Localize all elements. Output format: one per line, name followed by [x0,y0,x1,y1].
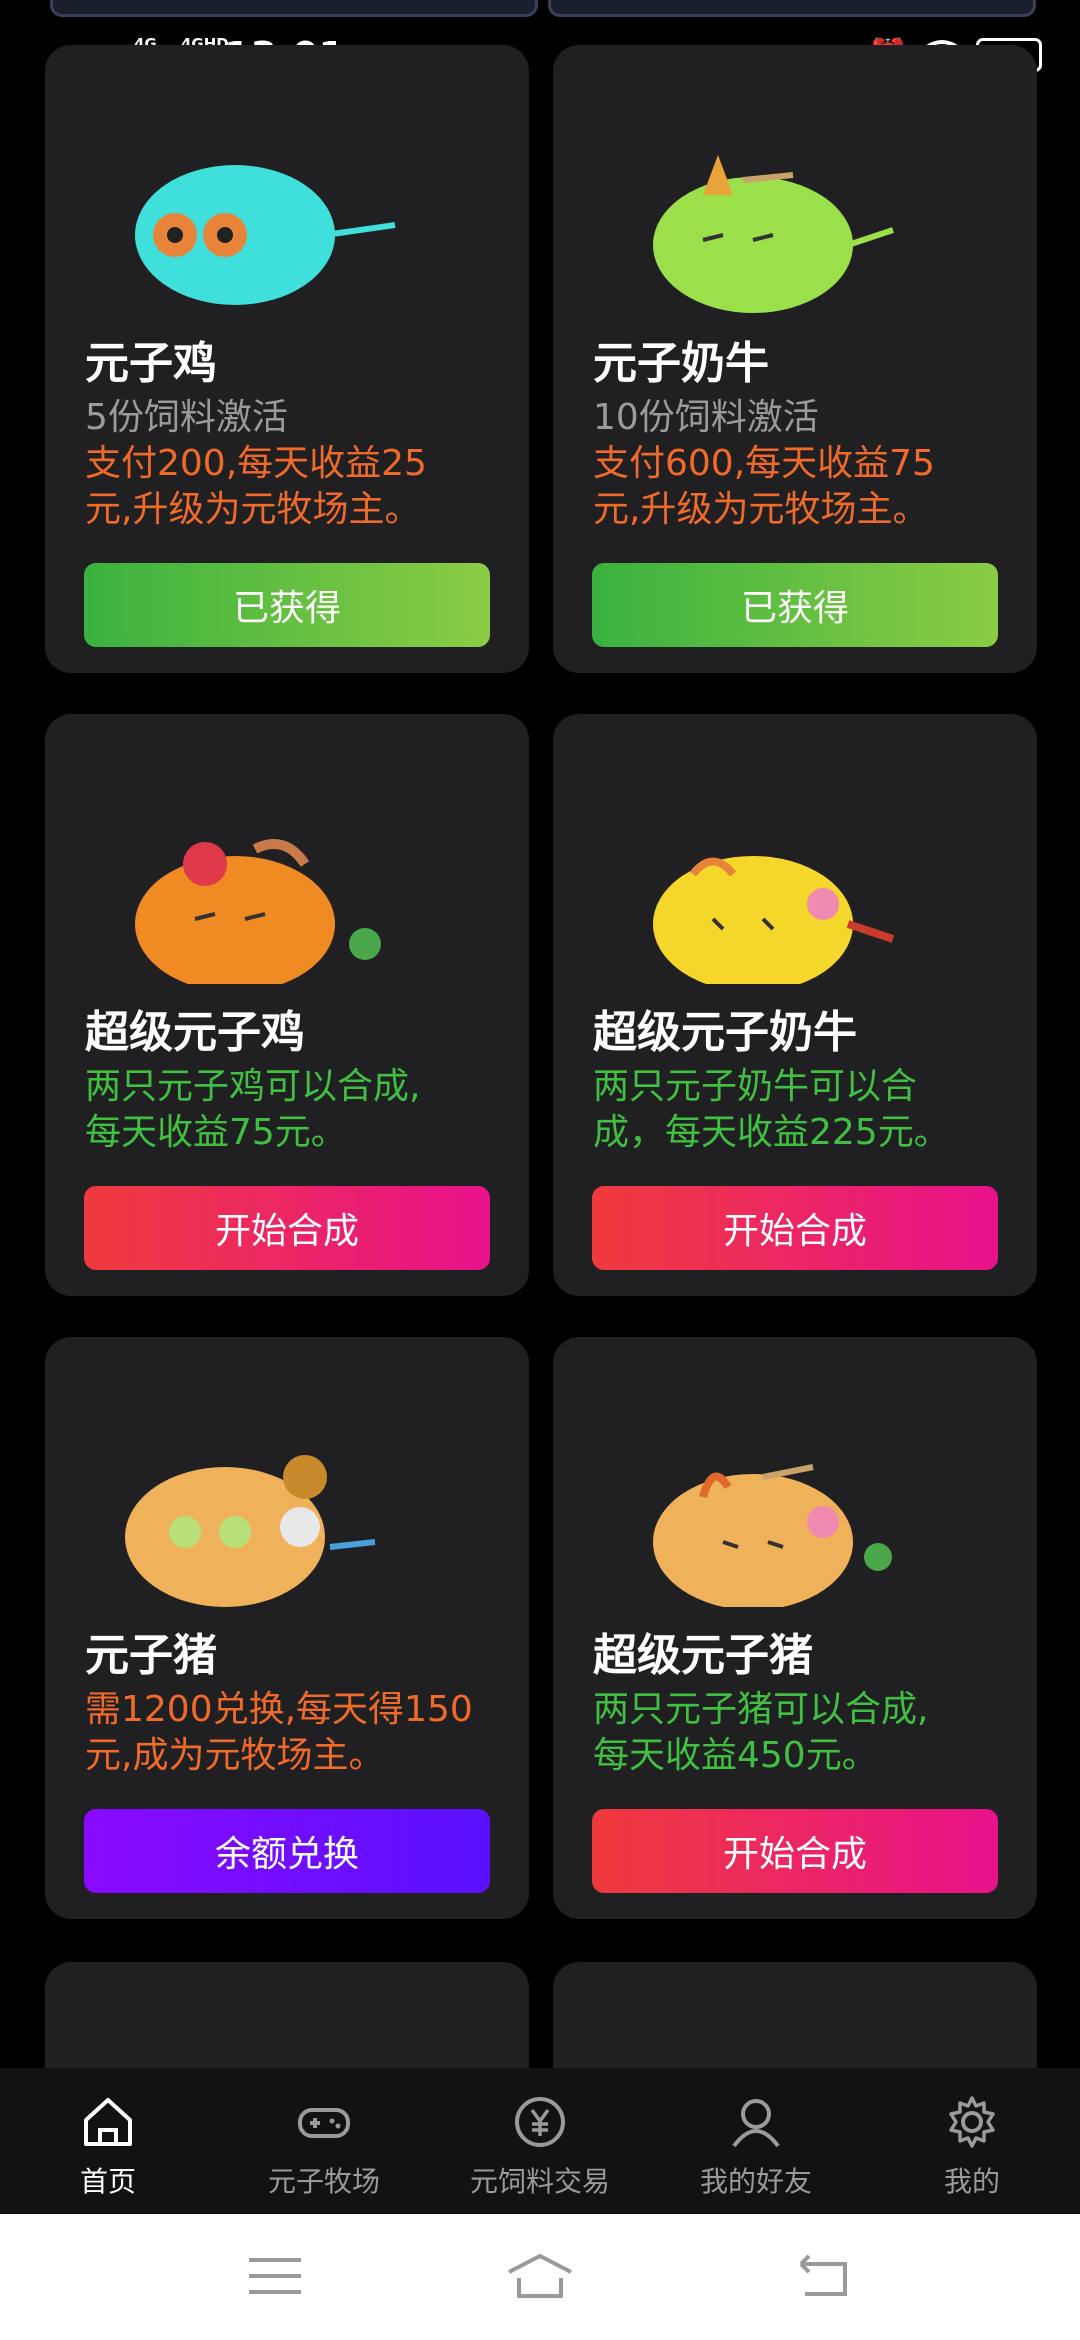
top-strip [0,0,1080,18]
system-nav-bar [0,2214,1080,2340]
card-text: 支付200,每天收益25 [85,443,427,484]
back-icon[interactable] [795,2250,855,2302]
pig-pet-image [125,1455,376,1607]
card-title: 超级元子奶牛 [593,1007,857,1058]
tab-label: 我的 [943,2165,1000,2198]
obtained-button[interactable]: 已获得 [592,563,998,647]
card-title: 元子奶牛 [593,338,769,389]
gear-icon [949,2096,995,2148]
top-card-edge-left [50,0,538,17]
super-chicken-pet-image [135,839,381,984]
tab-label: 我的好友 [699,2165,812,2198]
card-text: 5份饲料激活 [85,397,288,438]
card-pig[interactable]: 元子猪 需1200兑换,每天得150 元,成为元牧场主。 余额兑换 [45,1337,529,1919]
card-chicken[interactable]: 元子鸡 5份饲料激活 支付200,每天收益25 元,升级为元牧场主。 已获得 [45,45,529,673]
card-title: 元子猪 [85,1630,217,1681]
card-super-pig[interactable]: 超级元子猪 两只元子猪可以合成, 每天收益450元。 开始合成 [553,1337,1037,1919]
card-title: 元子鸡 [85,338,217,389]
home-icon [84,2098,132,2146]
balance-exchange-button[interactable]: 余额兑换 [84,1809,490,1893]
card-text: 支付600,每天收益75 [593,443,935,484]
card-text: 成，每天收益225元。 [593,1112,950,1153]
card-text: 每天收益450元。 [593,1735,878,1776]
card-cow[interactable]: 元子奶牛 10份饲料激活 支付600,每天收益75 元,升级为元牧场主。 已获得 [553,45,1037,673]
card-text: 两只元子猪可以合成, [593,1689,929,1730]
tab-friends[interactable]: 我的好友 [648,2068,864,2214]
card-text: 10份饲料激活 [593,397,819,438]
start-synthesis-button[interactable]: 开始合成 [84,1186,490,1270]
tab-mine[interactable]: 我的 [864,2068,1080,2214]
bottom-tab-bar: 首页 元子牧场 元饲料交易 我的好友 我的 [0,2068,1080,2214]
obtained-button[interactable]: 已获得 [84,563,490,647]
start-synthesis-button[interactable]: 开始合成 [592,1809,998,1893]
yuan-icon [515,2097,565,2147]
card-super-chicken[interactable]: 超级元子鸡 两只元子鸡可以合成, 每天收益75元。 开始合成 [45,714,529,1296]
gamepad-icon [298,2108,350,2138]
card-text: 元,升级为元牧场主。 [85,489,421,530]
tab-home[interactable]: 首页 [0,2068,216,2214]
cow-pet-image [653,155,894,313]
card-text: 两只元子鸡可以合成, [85,1066,421,1107]
card-text: 两只元子奶牛可以合 [593,1066,918,1107]
card-text: 元,成为元牧场主。 [85,1735,385,1776]
start-synthesis-button[interactable]: 开始合成 [592,1186,998,1270]
tab-feed-trade[interactable]: 元饲料交易 [432,2068,648,2214]
tab-label: 元子牧场 [267,2165,380,2198]
card-text: 需1200兑换,每天得150 [85,1689,473,1730]
super-cow-pet-image [653,856,895,984]
tab-label: 元饲料交易 [469,2165,610,2198]
card-title: 超级元子鸡 [85,1007,305,1058]
card-title: 超级元子猪 [593,1630,813,1681]
card-text: 元,升级为元牧场主。 [593,489,929,530]
card-super-cow[interactable]: 超级元子奶牛 两只元子奶牛可以合 成，每天收益225元。 开始合成 [553,714,1037,1296]
tab-label: 首页 [79,2165,136,2198]
card-text: 每天收益75元。 [85,1112,347,1153]
chicken-pet-image [135,165,396,305]
home-outline-icon[interactable] [505,2250,575,2302]
person-icon [732,2099,780,2148]
menu-icon[interactable] [245,2250,305,2302]
tab-ranch[interactable]: 元子牧场 [216,2068,432,2214]
super-pig-pet-image [653,1464,892,1607]
top-card-edge-right [548,0,1036,17]
